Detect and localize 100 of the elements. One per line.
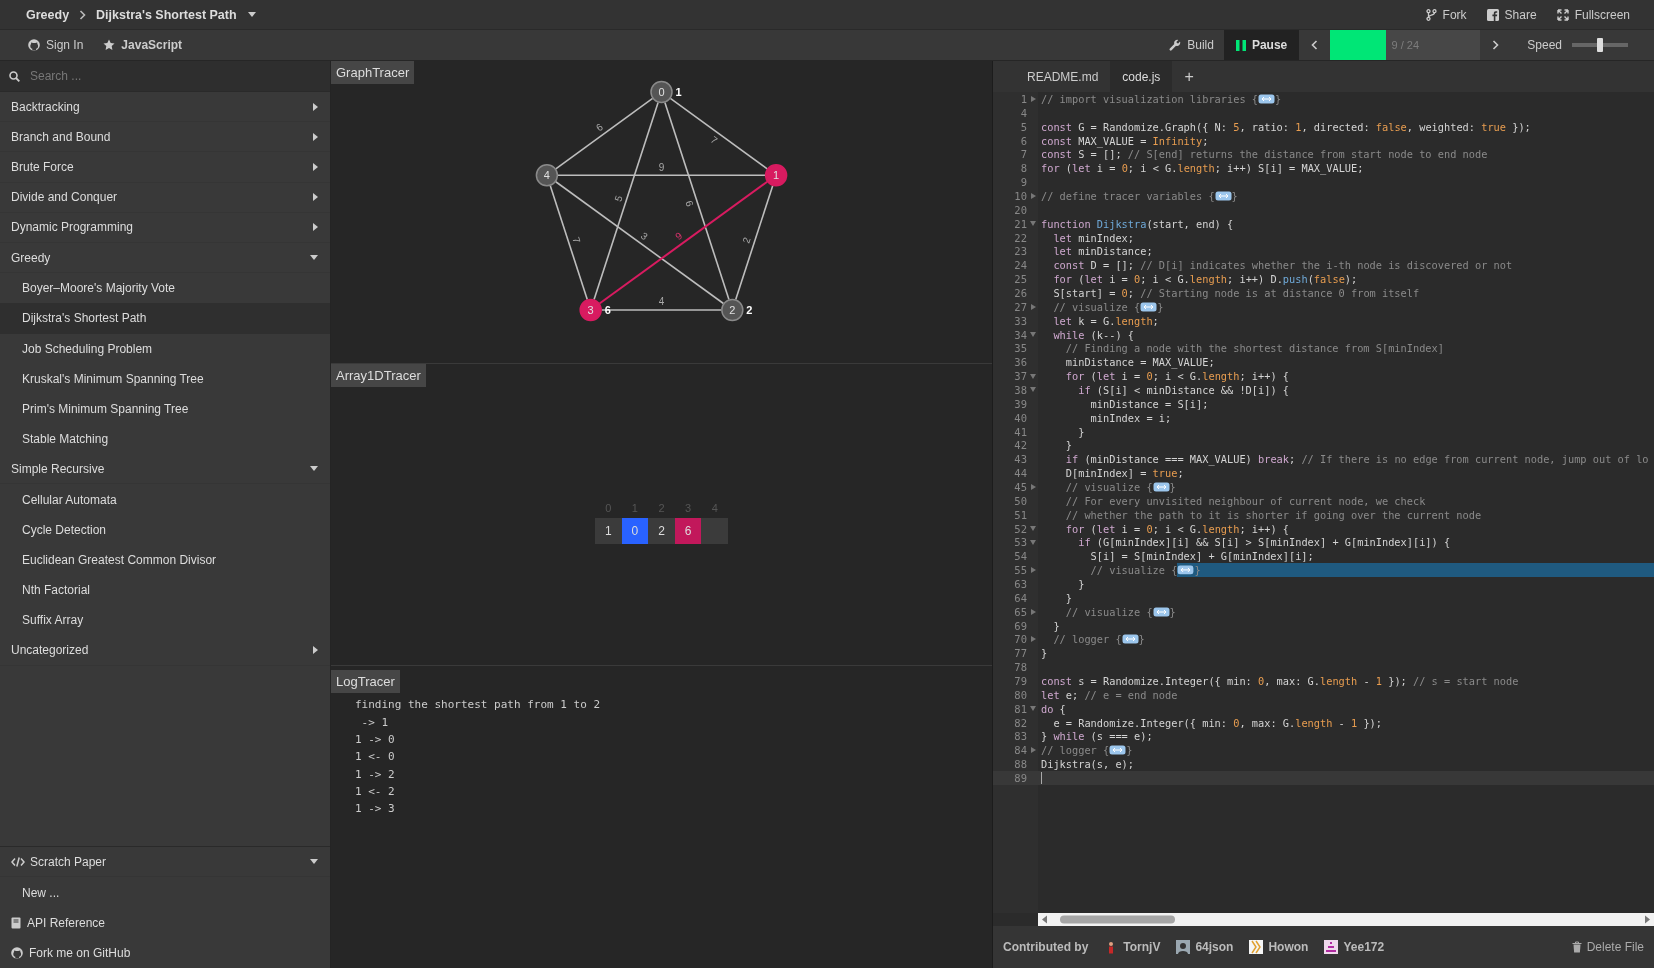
fold-arrow-icon[interactable]	[1030, 636, 1036, 643]
line-number: 37	[1014, 370, 1027, 383]
fold-arrow-icon[interactable]	[1030, 539, 1036, 545]
fold-arrow-icon[interactable]	[1030, 373, 1036, 379]
delete-file-button[interactable]: Delete File	[1571, 940, 1644, 954]
breadcrumb-link[interactable]: Greedy	[24, 7, 72, 22]
horizontal-scrollbar[interactable]	[1038, 913, 1654, 926]
fold-marker-icon[interactable]	[1140, 301, 1158, 312]
category-item[interactable]: Uncategorized	[0, 635, 330, 666]
category-item[interactable]: Dynamic Programming	[0, 212, 330, 243]
edge-weight: 9	[673, 230, 685, 243]
fold-arrow-icon[interactable]	[1030, 332, 1036, 338]
line-number: 77	[1014, 647, 1027, 660]
star-icon	[103, 39, 116, 51]
array-cell: 2	[648, 518, 675, 544]
header-button[interactable]: Fullscreen	[1546, 0, 1640, 29]
log-line: 1 -> 3	[355, 801, 396, 818]
caret-down-icon[interactable]	[247, 12, 256, 17]
file-tab[interactable]: code.js	[1110, 61, 1173, 92]
fold-marker-icon[interactable]	[1109, 745, 1127, 756]
code-text: }	[1169, 481, 1176, 493]
fold-arrow-icon[interactable]	[1030, 747, 1036, 754]
fold-arrow-icon[interactable]	[1030, 221, 1036, 227]
log-line: 1 <- 0	[355, 749, 396, 766]
code-text: // define tracer variables {	[1041, 189, 1215, 202]
code-text: minDistance = S[i];	[1089, 397, 1209, 410]
contributor-name[interactable]: Howon	[1268, 940, 1309, 954]
fold-arrow-icon[interactable]	[1030, 95, 1036, 102]
contributor-name[interactable]: 64json	[1195, 940, 1234, 954]
avatar-icon	[1249, 940, 1264, 954]
fold-arrow-icon[interactable]	[1030, 303, 1036, 310]
caret-down-icon[interactable]	[310, 859, 318, 865]
fold-marker-icon[interactable]	[1177, 563, 1195, 578]
edge-weight: 2	[740, 235, 753, 245]
fold-marker-icon[interactable]	[1214, 190, 1232, 201]
line-number: 45	[1014, 481, 1027, 493]
sidebar-link[interactable]: API Reference	[0, 907, 330, 938]
header-button[interactable]: Fork	[1415, 0, 1477, 29]
code-text: const S = []; // S[end] returns the distance from start node to end node	[1041, 148, 1488, 161]
code-text: if (G[minIndex][i] && S[i] > S[minIndex] + G[minIndex][i]) {	[1077, 536, 1451, 549]
fold-arrow-icon[interactable]	[1030, 387, 1036, 393]
array-cell: 0	[621, 518, 649, 544]
scratch-paper-label: Scratch Paper	[30, 854, 107, 869]
fold-arrow-icon[interactable]	[1030, 706, 1036, 712]
algorithm-item[interactable]: Dijkstra's Shortest Path	[0, 303, 330, 334]
code-text: }	[1126, 744, 1133, 757]
fold-arrow-icon[interactable]	[1030, 567, 1036, 574]
share-icon	[1486, 8, 1499, 21]
line-number: 69	[1014, 619, 1027, 632]
category-item[interactable]: Divide and Conquer	[0, 182, 330, 213]
chevron-left-icon	[1311, 40, 1319, 50]
fold-marker-icon[interactable]	[1152, 482, 1170, 492]
fold-arrow-icon[interactable]	[1030, 526, 1036, 532]
sign-in-button[interactable]: Sign In	[18, 30, 94, 60]
code-text: } while (s === e);	[1041, 730, 1153, 743]
language-button[interactable]: JavaScript	[93, 30, 193, 60]
line-number: 82	[1014, 716, 1027, 729]
line-number: 42	[1014, 439, 1027, 452]
edge-weight: 5	[612, 194, 625, 203]
code-text: }	[1064, 591, 1072, 604]
line-number: 27	[1014, 300, 1027, 313]
contributor-name[interactable]: Yee172	[1343, 940, 1385, 954]
category-item[interactable]: Backtracking	[0, 92, 330, 123]
fold-arrow-icon[interactable]	[1030, 192, 1036, 199]
search-field[interactable]: Search ...	[28, 68, 321, 84]
code-text: S[i] = S[minIndex] + G[minIndex][i];	[1089, 550, 1314, 563]
graph-node: 4	[535, 164, 559, 187]
code-text: minDistance = MAX_VALUE;	[1064, 356, 1215, 369]
category-item[interactable]: Branch and Bound	[0, 122, 330, 153]
node-distance: 1	[675, 86, 682, 98]
code-text: do {	[1041, 702, 1066, 715]
build-button[interactable]: Build	[1159, 30, 1224, 60]
node-distance: 2	[746, 304, 753, 316]
fold-arrow-icon[interactable]	[1030, 484, 1036, 490]
line-number: 35	[1014, 342, 1027, 355]
category-item[interactable]: Brute Force	[0, 152, 330, 183]
line-number: 54	[1014, 550, 1027, 563]
line-number: 80	[1014, 688, 1027, 701]
fold-marker-icon[interactable]	[1121, 634, 1139, 645]
speed-slider-thumb[interactable]	[1597, 38, 1603, 52]
code-text: const MAX_VALUE = Infinity;	[1041, 134, 1209, 147]
line-number: 88	[1014, 758, 1027, 771]
log-line: -> 1	[360, 714, 390, 731]
code-text: Dijkstra(s, e);	[1041, 758, 1134, 771]
graph-node: 0	[650, 80, 673, 104]
algorithm-title[interactable]: Dijkstra's Shortest Path	[94, 7, 239, 22]
sidebar-link[interactable]: Fork me on GitHub	[0, 937, 330, 968]
file-tab[interactable]: README.md	[1015, 61, 1111, 92]
fold-marker-icon[interactable]	[1258, 93, 1275, 104]
add-tab-button[interactable]: +	[1172, 61, 1206, 92]
line-number: 34	[1014, 328, 1027, 341]
contributor-name[interactable]: TornjV	[1123, 940, 1161, 954]
pause-button[interactable]: Pause	[1223, 30, 1300, 60]
line-number: 81	[1014, 702, 1027, 715]
fold-marker-icon[interactable]	[1152, 606, 1170, 617]
code-text: // For every unvisited neighbour of current node, we check	[1064, 494, 1426, 507]
fold-arrow-icon[interactable]	[1030, 608, 1036, 615]
header-button[interactable]: Share	[1476, 0, 1547, 29]
line-number: 9	[1020, 176, 1027, 189]
search-bar[interactable]: Search ...	[0, 61, 330, 92]
